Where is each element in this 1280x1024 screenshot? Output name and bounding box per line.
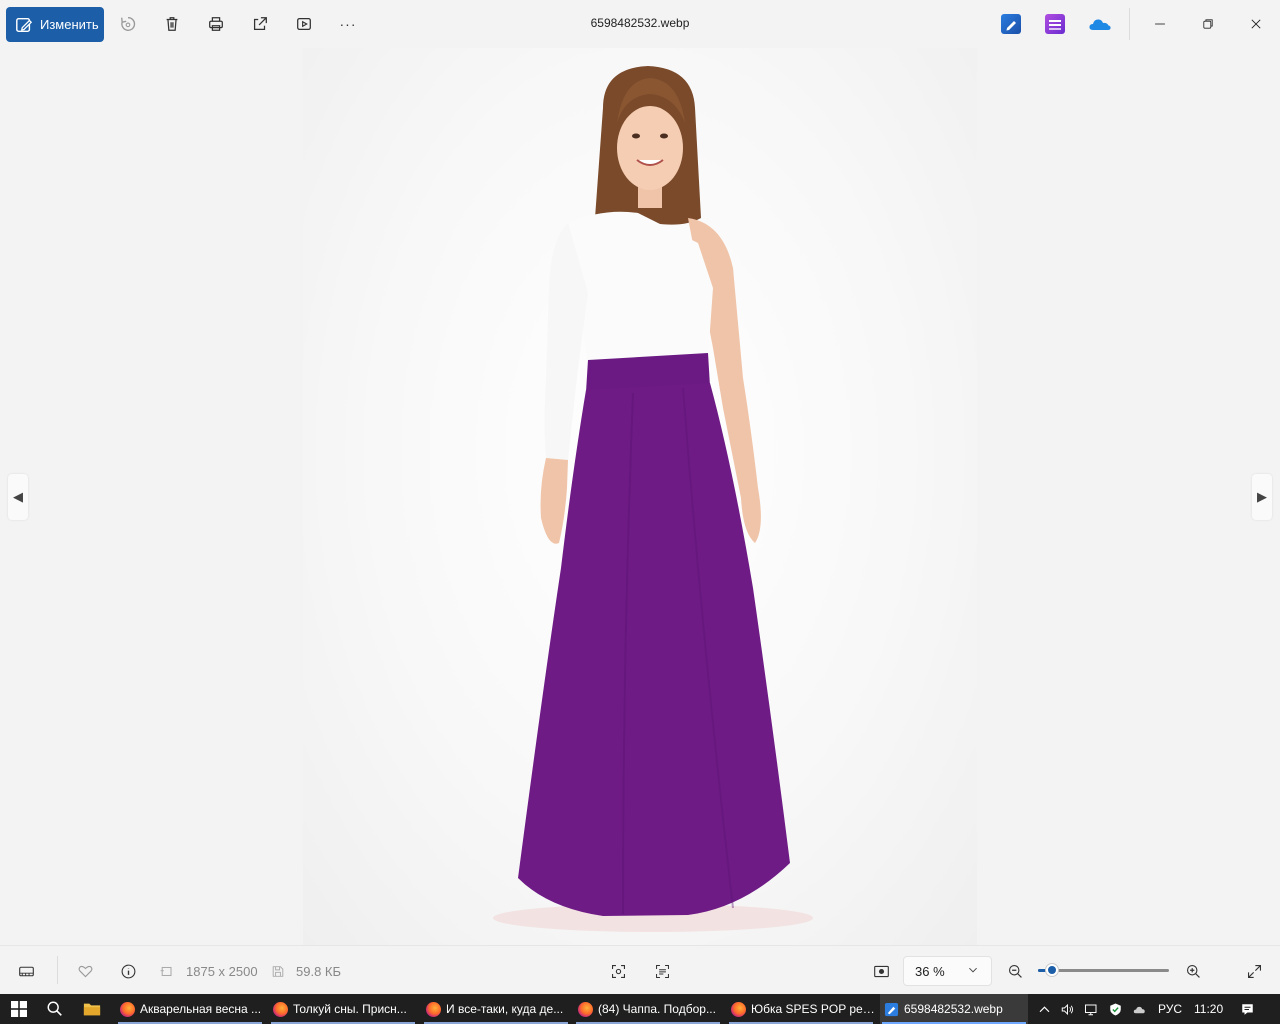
clock[interactable]: 11:20 xyxy=(1194,1002,1223,1016)
security-shield-icon[interactable] xyxy=(1107,1001,1123,1017)
photo-illustration xyxy=(493,66,813,932)
print-icon[interactable] xyxy=(204,12,228,36)
chevron-down-icon xyxy=(967,964,979,979)
edit-image-icon xyxy=(16,17,33,32)
window-title: 6598482532.webp xyxy=(590,16,690,30)
restore-icon[interactable] xyxy=(1196,12,1220,36)
zoom-level-dropdown[interactable]: 36 % xyxy=(903,956,992,986)
top-toolbar: Изменить ··· 6598482532.webp xyxy=(0,0,1280,48)
weather-icon[interactable] xyxy=(1131,1001,1147,1017)
scan-text-icon[interactable] xyxy=(652,961,672,981)
file-size-icon xyxy=(270,961,286,981)
firefox-icon xyxy=(273,1001,288,1017)
taskbar-item-label: 6598482532.webp xyxy=(904,1002,1003,1016)
chevron-left-icon: ◀ xyxy=(13,489,23,504)
taskbar-item-label: Толкуй сны. Присн... xyxy=(293,1002,407,1016)
taskbar-item[interactable]: (84) Чаппа. Подбор... xyxy=(574,994,722,1024)
firefox-icon xyxy=(578,1001,593,1017)
zoom-out-icon[interactable] xyxy=(1005,961,1025,981)
zoom-level-value: 36 % xyxy=(915,963,945,979)
favorite-heart-icon[interactable] xyxy=(75,961,95,981)
firefox-icon xyxy=(426,1001,441,1017)
rotate-icon[interactable] xyxy=(116,12,140,36)
photos-app-icon xyxy=(884,1002,899,1016)
taskbar-item-label: Юбка SPES POP рег... xyxy=(751,1002,875,1016)
statusbar-divider xyxy=(57,956,58,984)
volume-icon[interactable] xyxy=(1059,1001,1075,1017)
file-size: 59.8 КБ xyxy=(296,964,342,979)
more-label: ··· xyxy=(339,16,357,32)
more-options-icon[interactable]: ··· xyxy=(336,12,360,36)
minimize-icon[interactable] xyxy=(1148,12,1172,36)
filmstrip-icon[interactable] xyxy=(16,961,36,981)
clipchamp-app-icon[interactable] xyxy=(1045,14,1065,34)
edit-button-label: Изменить xyxy=(40,17,99,32)
edit-button[interactable]: Изменить xyxy=(6,7,104,42)
onedrive-icon[interactable] xyxy=(1088,14,1112,34)
taskbar-item-label: И все-таки, куда де... xyxy=(446,1002,564,1016)
info-icon[interactable] xyxy=(118,961,138,981)
delete-icon[interactable] xyxy=(160,12,184,36)
slideshow-icon[interactable] xyxy=(292,12,316,36)
photos-app-window: Изменить ··· 6598482532.webp ◀ ▶ 1875 x … xyxy=(0,0,1280,1024)
chevron-right-icon: ▶ xyxy=(1257,489,1267,504)
photos-editor-app-icon[interactable] xyxy=(1001,14,1021,34)
next-image-button[interactable]: ▶ xyxy=(1252,474,1272,520)
network-icon[interactable] xyxy=(1083,1001,1099,1017)
toolbar-separator xyxy=(1129,8,1130,40)
search-icon[interactable] xyxy=(46,1000,64,1018)
zoom-in-icon[interactable] xyxy=(1183,961,1203,981)
taskbar-item[interactable]: И все-таки, куда де... xyxy=(422,994,570,1024)
displayed-photo[interactable] xyxy=(303,48,977,945)
firefox-icon xyxy=(120,1001,135,1017)
taskbar-item-label: (84) Чаппа. Подбор... xyxy=(598,1002,716,1016)
dimensions-icon xyxy=(159,961,175,981)
file-explorer-icon[interactable] xyxy=(83,1001,101,1017)
fit-to-window-icon[interactable] xyxy=(871,961,891,981)
fullscreen-icon[interactable] xyxy=(1244,961,1264,981)
taskbar-item-label: Акварельная весна ... xyxy=(140,1002,262,1016)
language-indicator[interactable]: РУС xyxy=(1158,1002,1182,1016)
taskbar-item[interactable]: Юбка SPES POP рег... xyxy=(727,994,875,1024)
taskbar-item[interactable]: Акварельная весна ... xyxy=(116,994,264,1024)
image-dimensions: 1875 x 2500 xyxy=(186,964,258,979)
firefox-icon xyxy=(731,1001,746,1017)
taskbar-item[interactable]: Толкуй сны. Присн... xyxy=(269,994,417,1024)
chevron-up-icon[interactable] xyxy=(1036,1001,1052,1017)
previous-image-button[interactable]: ◀ xyxy=(8,474,28,520)
visual-search-icon[interactable] xyxy=(608,961,628,981)
taskbar-item-active[interactable]: 6598482532.webp xyxy=(880,994,1028,1024)
windows-taskbar: Акварельная весна ... Толкуй сны. Присн.… xyxy=(0,994,1280,1024)
close-icon[interactable] xyxy=(1244,12,1268,36)
share-icon[interactable] xyxy=(248,12,272,36)
windows-start-icon[interactable] xyxy=(11,1001,27,1017)
notifications-icon[interactable] xyxy=(1239,1001,1255,1017)
